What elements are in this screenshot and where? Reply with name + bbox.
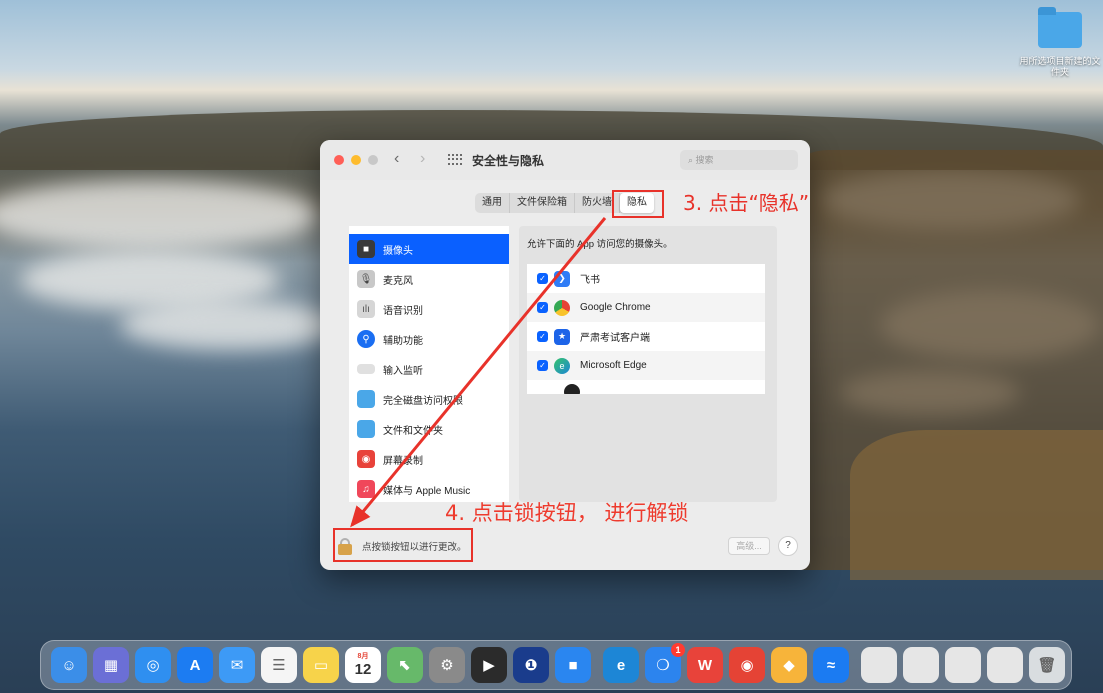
calendar-icon[interactable]: 8月 12: [345, 647, 381, 683]
notes-icon[interactable]: ▭: [303, 647, 339, 683]
system-preferences-icon[interactable]: ⚙: [429, 647, 465, 683]
recent-doc-1-icon[interactable]: [861, 647, 897, 683]
calendar-day: 12: [354, 661, 372, 678]
app-store-icon[interactable]: A: [177, 647, 213, 683]
recent-doc-3-icon[interactable]: [945, 647, 981, 683]
launchpad-icon[interactable]: ▦: [93, 647, 129, 683]
maps-icon[interactable]: ⬉: [387, 647, 423, 683]
finder-icon[interactable]: ☺: [51, 647, 87, 683]
annotation-arrow: [350, 217, 607, 528]
onepassword-icon[interactable]: ❶: [513, 647, 549, 683]
qq-icon[interactable]: ❍ 1: [645, 643, 685, 683]
recent-doc-2-icon[interactable]: [903, 647, 939, 683]
safari-icon[interactable]: ◎: [135, 647, 171, 683]
trash-icon[interactable]: 🗑: [1029, 647, 1065, 683]
wps-icon[interactable]: W: [687, 647, 723, 683]
recent-doc-4-icon[interactable]: [987, 647, 1023, 683]
reminders-icon[interactable]: ☰: [261, 647, 297, 683]
lark-icon[interactable]: ≈: [813, 647, 849, 683]
mail-icon[interactable]: ✉: [219, 647, 255, 683]
dock: ☺ ▦ ◎ A ✉ ☰ ▭ 8月 12 ⬉ ⚙ ▶ ❶ ■ e ❍ 1 W ◉ ◆ ≈ 🗑: [40, 640, 1072, 690]
sketch-icon[interactable]: ◆: [771, 647, 807, 683]
notification-badge: 1: [671, 643, 685, 657]
feishu-dock-icon[interactable]: ■: [555, 647, 591, 683]
edge-dock-icon[interactable]: e: [603, 647, 639, 683]
calendar-month: 8月: [357, 653, 369, 660]
chrome-dock-icon[interactable]: ◉: [729, 647, 765, 683]
final-cut-icon[interactable]: ▶: [471, 647, 507, 683]
